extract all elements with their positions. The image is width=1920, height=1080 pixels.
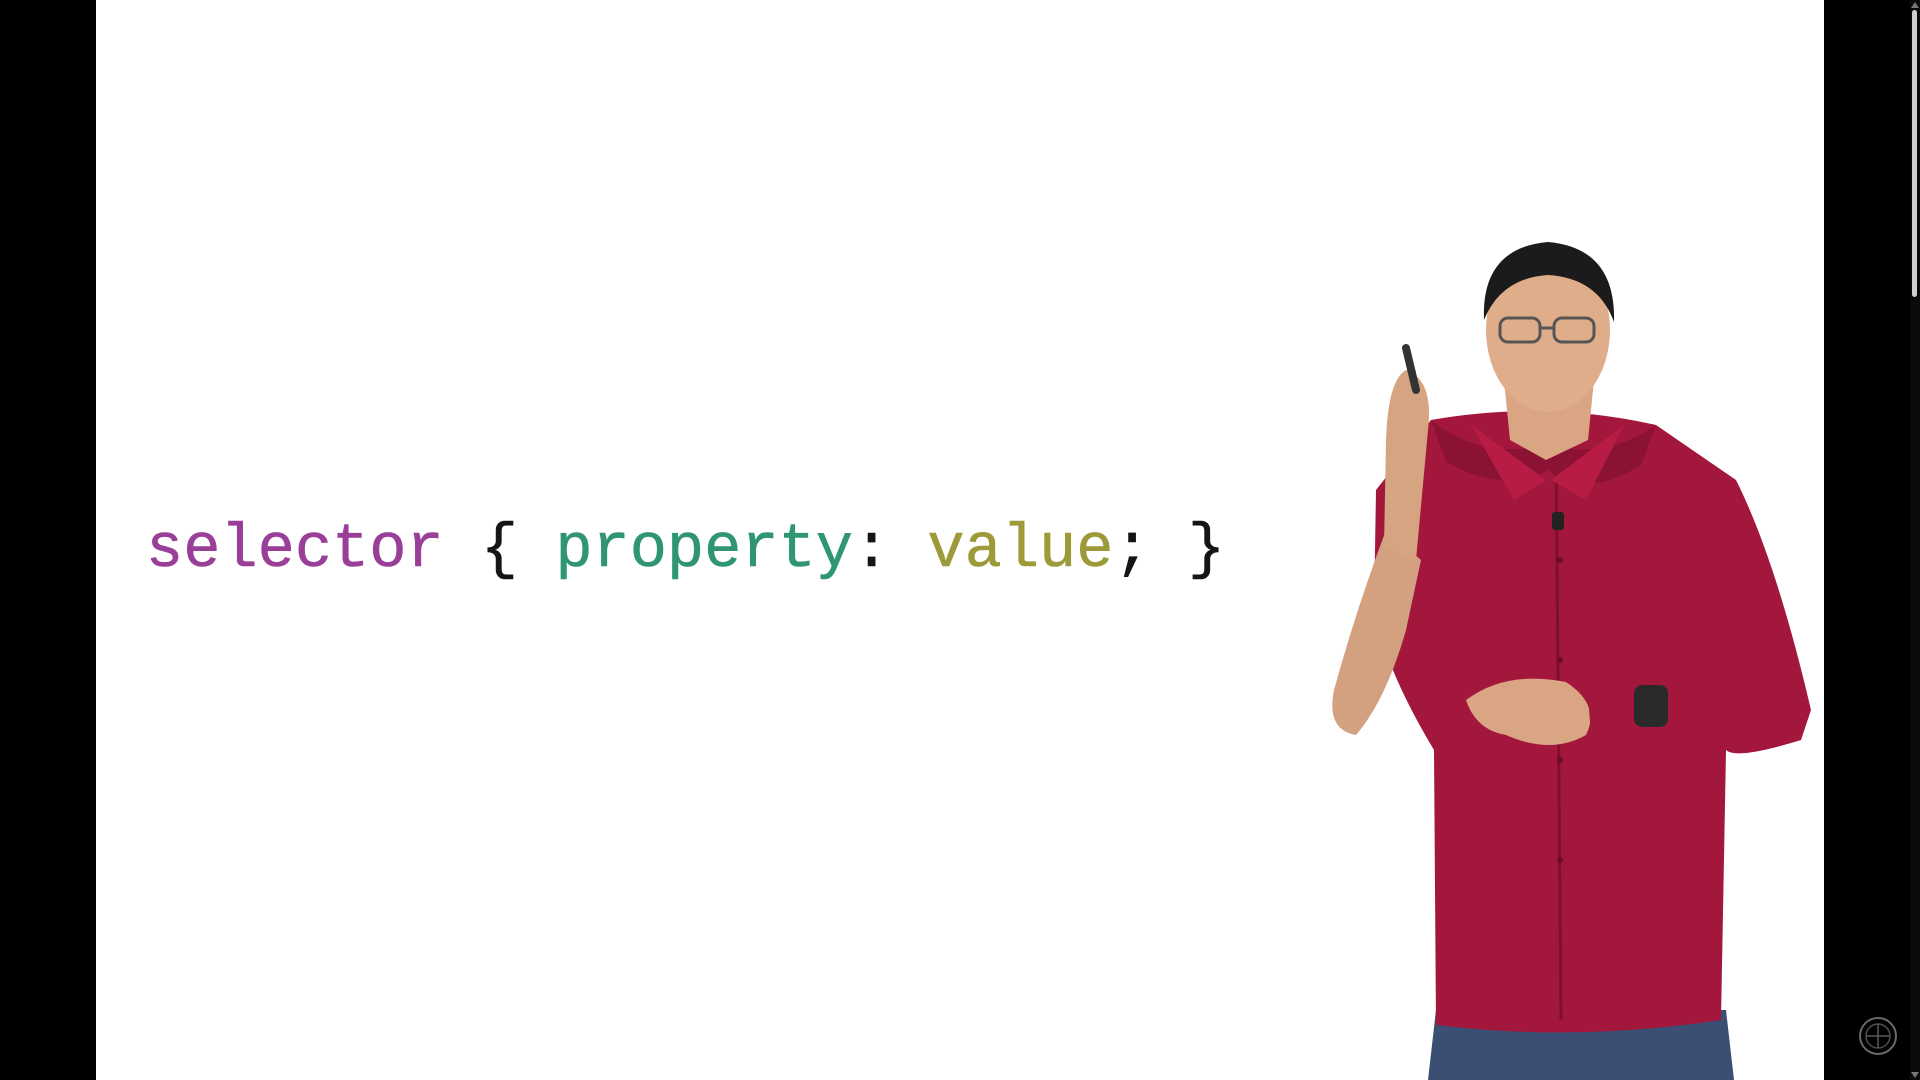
- code-open-brace: {: [480, 514, 519, 586]
- scroll-up-icon[interactable]: [1911, 2, 1919, 8]
- video-frame[interactable]: selector { property: value; }: [96, 0, 1824, 1080]
- code-colon: :: [852, 514, 891, 586]
- code-selector: selector: [146, 514, 444, 586]
- code-semicolon: ;: [1113, 514, 1151, 586]
- presenter-watch: [1634, 685, 1668, 727]
- code-property: property: [555, 514, 853, 586]
- channel-watermark-icon[interactable]: [1858, 1016, 1898, 1056]
- scrollbar-thumb[interactable]: [1912, 10, 1917, 297]
- code-close-brace: }: [1187, 514, 1226, 586]
- code-value: value: [927, 514, 1114, 586]
- scroll-down-icon[interactable]: [1911, 1072, 1919, 1078]
- video-player[interactable]: selector { property: value; }: [0, 0, 1920, 1080]
- presenter-figure: [1256, 230, 1824, 1080]
- css-syntax-code: selector { property: value; }: [146, 512, 1226, 587]
